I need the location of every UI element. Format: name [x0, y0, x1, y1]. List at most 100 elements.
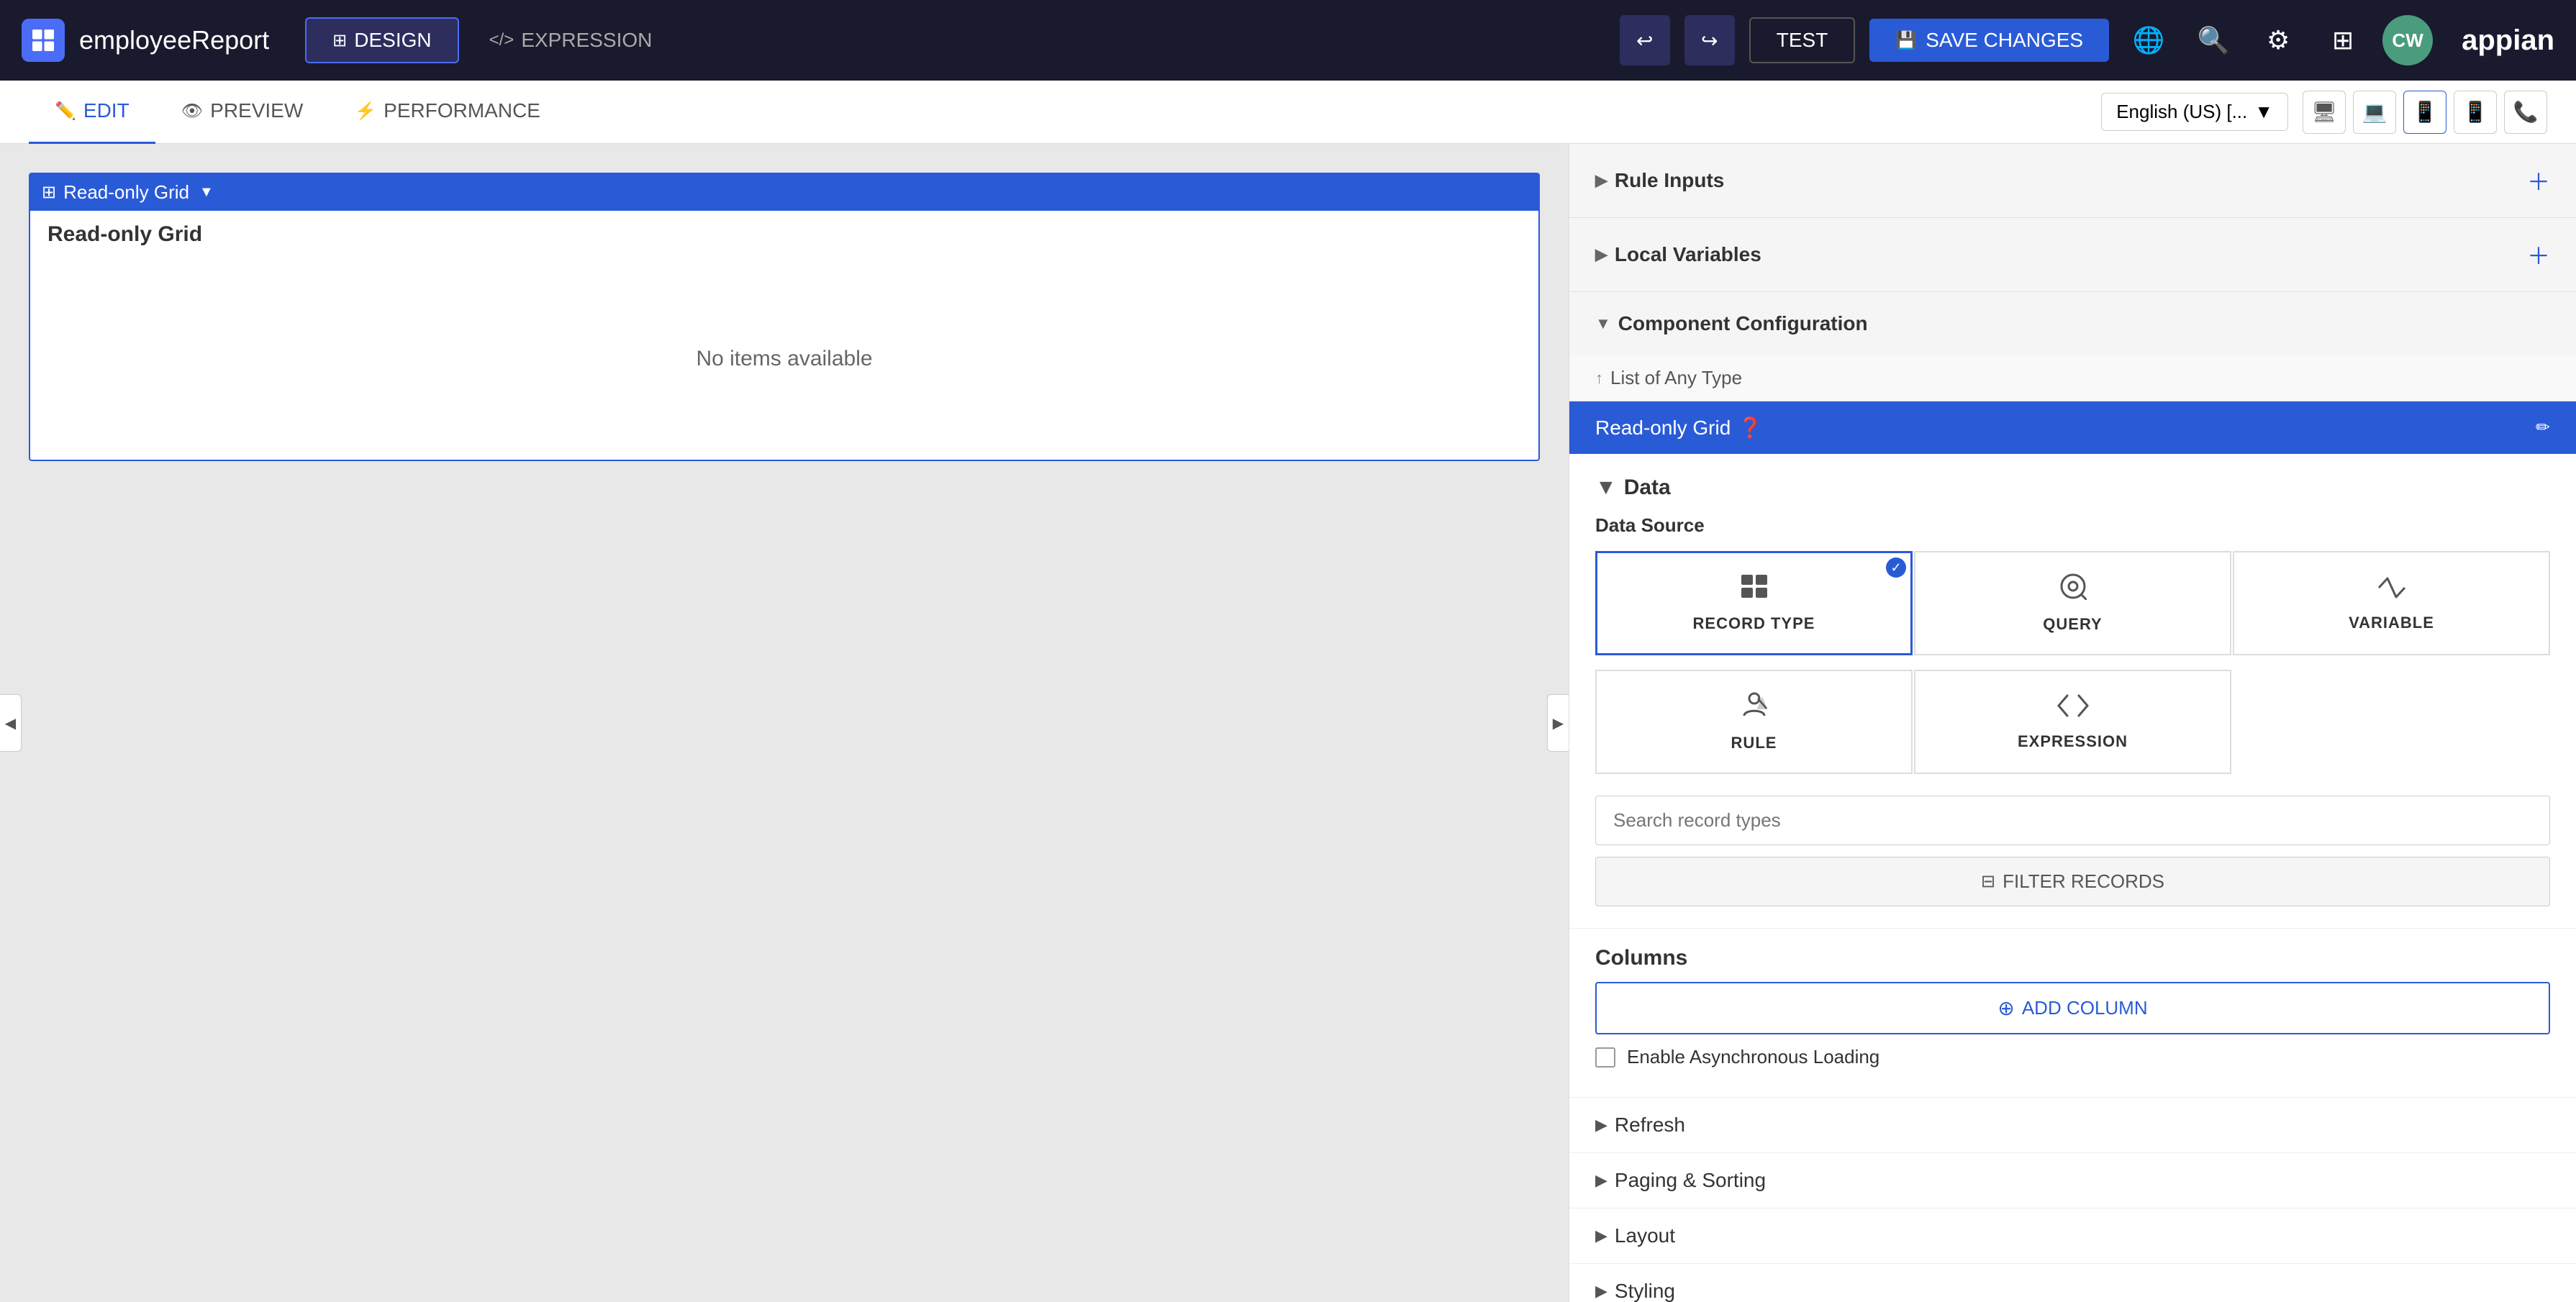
- rule-inputs-title: ▶ Rule Inputs: [1595, 169, 1724, 192]
- tablet-view-button[interactable]: 💻: [2353, 91, 2396, 134]
- save-changes-button[interactable]: 💾 SAVE CHANGES: [1869, 19, 2109, 62]
- filter-records-button[interactable]: ⊟ FILTER RECORDS: [1595, 857, 2550, 906]
- local-variables-section: ▶ Local Variables ＋: [1569, 218, 2576, 292]
- local-variables-header[interactable]: ▶ Local Variables ＋: [1569, 218, 2576, 291]
- view-icons: 🖥 💻 📱 📱 📞: [2303, 91, 2547, 134]
- local-variables-add-icon[interactable]: ＋: [2527, 238, 2550, 271]
- add-column-button[interactable]: ⊕ ADD COLUMN: [1595, 982, 2550, 1034]
- settings-button[interactable]: ⚙: [2253, 15, 2303, 65]
- variable-icon: [2377, 575, 2406, 605]
- data-source-label: Data Source: [1595, 514, 2550, 537]
- help-icon: ❓: [1738, 416, 1763, 440]
- grid-title: Read-only Grid: [30, 211, 1538, 258]
- save-icon: 💾: [1895, 30, 1917, 51]
- edit-tab[interactable]: ✏️ EDIT: [29, 81, 155, 144]
- filter-icon: ⊟: [1981, 871, 1995, 892]
- datasource-expression[interactable]: EXPRESSION: [1914, 670, 2231, 774]
- performance-icon: ⚡: [355, 101, 376, 122]
- component-config-chevron: ▼: [1595, 314, 1611, 333]
- right-panel: ▶ Rule Inputs ＋ ▶ Local Variables ＋ ▼: [1569, 144, 2576, 1302]
- performance-tab[interactable]: ⚡ PERFORMANCE: [329, 81, 566, 144]
- layout-section[interactable]: ▶ Layout: [1569, 1208, 2576, 1263]
- layout-chevron: ▶: [1595, 1226, 1607, 1245]
- refresh-section[interactable]: ▶ Refresh: [1569, 1097, 2576, 1152]
- record-type-label: RECORD TYPE: [1693, 614, 1815, 633]
- secondary-navigation: ✏️ EDIT 👁 PREVIEW ⚡ PERFORMANCE English …: [0, 81, 2576, 144]
- rule-inputs-add-icon[interactable]: ＋: [2527, 164, 2550, 197]
- grid-button[interactable]: ⊞: [2318, 15, 2368, 65]
- app-icon: [22, 19, 65, 62]
- breadcrumb: ↑ List of Any Type: [1569, 355, 2576, 401]
- paging-sorting-chevron: ▶: [1595, 1171, 1607, 1190]
- columns-section: Columns ⊕ ADD COLUMN Enable Asynchronous…: [1569, 928, 2576, 1097]
- phone-view-button[interactable]: 📞: [2504, 91, 2547, 134]
- edit-external-icon[interactable]: ✏: [2536, 417, 2550, 438]
- local-variables-chevron: ▶: [1595, 245, 1607, 264]
- component-config-header[interactable]: ▼ Component Configuration: [1569, 292, 2576, 355]
- record-type-icon: [1740, 573, 1769, 606]
- locale-selector[interactable]: English (US) [... ▼: [2101, 93, 2288, 131]
- main-layout: ◀ ⊞ Read-only Grid ▼ Read-only Grid No i…: [0, 144, 2576, 1302]
- data-section-title[interactable]: ▼ Data: [1595, 475, 2550, 500]
- grid-component-icon: ⊞: [42, 182, 56, 203]
- data-source-row2: RULE EXPRESSION: [1595, 670, 2550, 774]
- component-header-chevron[interactable]: ▼: [199, 184, 214, 201]
- refresh-chevron: ▶: [1595, 1116, 1607, 1134]
- nav-tabs: ⊞ DESIGN </> EXPRESSION: [305, 17, 679, 63]
- search-button[interactable]: 🔍: [2188, 15, 2239, 65]
- canvas-toggle-right[interactable]: ▶: [1547, 694, 1569, 752]
- canvas-area: ◀ ⊞ Read-only Grid ▼ Read-only Grid No i…: [0, 144, 1569, 1302]
- component-config-section: ▼ Component Configuration ↑ List of Any …: [1569, 292, 2576, 1302]
- current-component-label: Read-only Grid ❓: [1595, 416, 1763, 440]
- mobile-view-button[interactable]: 📱: [2454, 91, 2497, 134]
- local-variables-title: ▶ Local Variables: [1595, 243, 1761, 266]
- expression-option-label: EXPRESSION: [2018, 732, 2128, 751]
- grid-empty-state: No items available: [30, 258, 1538, 460]
- columns-title: Columns: [1595, 946, 2550, 970]
- expression-icon: </>: [489, 30, 514, 50]
- add-column-icon: ⊕: [1997, 996, 2014, 1020]
- undo-button[interactable]: ↩: [1620, 15, 1670, 65]
- app-name: employeeReport: [79, 25, 269, 55]
- top-navigation: employeeReport ⊞ DESIGN </> EXPRESSION ↩…: [0, 0, 2576, 81]
- search-record-types-input[interactable]: [1595, 796, 2550, 845]
- rule-label: RULE: [1731, 734, 1777, 752]
- chevron-down-icon: ▼: [2254, 101, 2273, 123]
- datasource-record-type[interactable]: RECORD TYPE: [1595, 551, 1913, 655]
- expression-tab[interactable]: </> EXPRESSION: [462, 17, 680, 63]
- variable-label: VARIABLE: [2349, 614, 2434, 632]
- preview-tab[interactable]: 👁 PREVIEW: [155, 81, 330, 144]
- data-source-grid: RECORD TYPE QUERY: [1595, 551, 2550, 655]
- datasource-rule[interactable]: RULE: [1595, 670, 1913, 774]
- test-button[interactable]: TEST: [1749, 17, 1856, 63]
- avatar[interactable]: CW: [2382, 15, 2433, 65]
- expression-option-icon: [2057, 693, 2089, 724]
- redo-button[interactable]: ↪: [1684, 15, 1735, 65]
- appian-logo: appian: [2462, 24, 2554, 57]
- canvas-toggle-left[interactable]: ◀: [0, 694, 22, 752]
- edit-icon: ✏️: [55, 101, 76, 122]
- paging-sorting-section[interactable]: ▶ Paging & Sorting: [1569, 1152, 2576, 1208]
- data-section-chevron: ▼: [1595, 475, 1617, 500]
- enable-async-checkbox[interactable]: [1595, 1047, 1615, 1067]
- component-config-title: ▼ Component Configuration: [1595, 312, 1868, 335]
- desktop-view-button[interactable]: 🖥: [2303, 91, 2346, 134]
- globe-button[interactable]: 🌐: [2123, 15, 2174, 65]
- preview-icon: 👁: [181, 101, 203, 122]
- datasource-query[interactable]: QUERY: [1914, 551, 2231, 655]
- rule-inputs-section: ▶ Rule Inputs ＋: [1569, 144, 2576, 218]
- rule-icon: [1741, 691, 1768, 725]
- styling-chevron: ▶: [1595, 1282, 1607, 1301]
- component-header: ⊞ Read-only Grid ▼: [30, 174, 1538, 211]
- design-icon: ⊞: [332, 30, 347, 51]
- query-label: QUERY: [2043, 615, 2102, 634]
- design-tab[interactable]: ⊞ DESIGN: [305, 17, 458, 63]
- tablet-portrait-view-button[interactable]: 📱: [2403, 91, 2446, 134]
- query-icon: [2059, 573, 2087, 606]
- breadcrumb-arrow-icon: ↑: [1595, 369, 1603, 388]
- enable-async-row: Enable Asynchronous Loading: [1595, 1034, 2550, 1080]
- datasource-variable[interactable]: VARIABLE: [2233, 551, 2550, 655]
- rule-inputs-header[interactable]: ▶ Rule Inputs ＋: [1569, 144, 2576, 217]
- rule-inputs-chevron: ▶: [1595, 171, 1607, 190]
- styling-section[interactable]: ▶ Styling: [1569, 1263, 2576, 1302]
